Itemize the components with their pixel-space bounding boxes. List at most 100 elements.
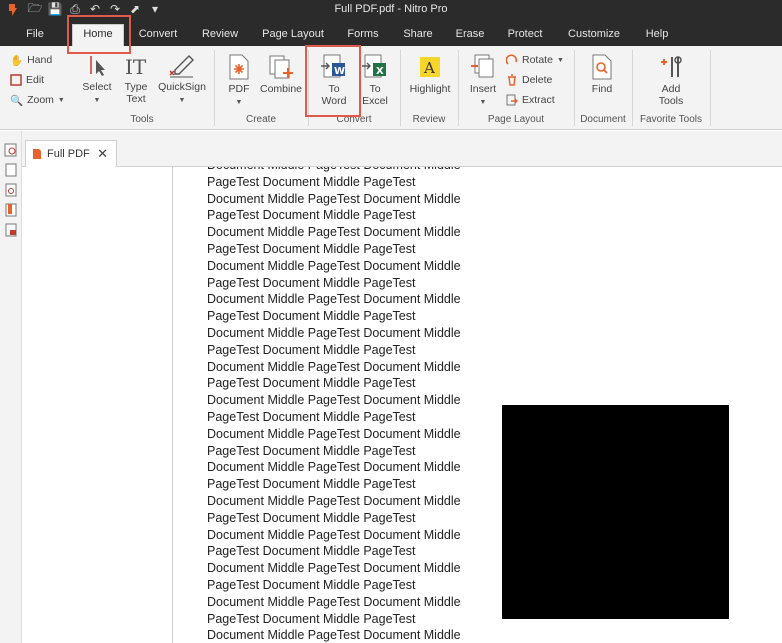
- page-text-line: Document Middle PageTest Document Middle: [207, 191, 461, 206]
- to-word-highlight: [305, 45, 361, 117]
- svg-text:A: A: [423, 59, 435, 77]
- edit-button[interactable]: Edit: [10, 72, 44, 88]
- page-text-line: PageTest Document Middle PageTest: [207, 443, 416, 458]
- tab-page-layout[interactable]: Page Layout: [258, 25, 328, 44]
- tab-erase[interactable]: Erase: [452, 25, 488, 44]
- insert-button[interactable]: Insert ▼: [464, 54, 502, 109]
- create-pdf-button[interactable]: PDF ▼: [222, 54, 256, 109]
- redaction-box: [502, 405, 729, 619]
- select-button[interactable]: Select ▼: [78, 54, 116, 107]
- combine-documents-icon: [269, 55, 293, 79]
- page-text-line: PageTest Document Middle PageTest: [207, 241, 416, 256]
- chevron-down-icon: ▼: [556, 56, 564, 64]
- document-area: Full PDF ✕ Document Middle PageTest Docu…: [0, 131, 782, 643]
- type-text-button[interactable]: IT Type Text: [118, 54, 154, 105]
- highlight-button[interactable]: A Highlight: [404, 54, 456, 95]
- svg-text:IT: IT: [125, 55, 147, 78]
- pdf-file-icon: [33, 149, 41, 159]
- page-text-line: Document Middle PageTest Document Middle: [207, 628, 461, 643]
- page-text-line: PageTest Document Middle PageTest: [207, 611, 416, 626]
- group-label-tools: Tools: [130, 114, 154, 125]
- page-text-line: Document Middle PageTest Document Middle: [207, 460, 461, 475]
- page-text-block: Document Middle PageTest Document Middle…: [207, 167, 507, 643]
- extract-icon: [506, 94, 518, 106]
- page-text-line: Document Middle PageTest Document Middle: [207, 527, 461, 542]
- combine-button[interactable]: Combine: [258, 54, 304, 95]
- tab-file[interactable]: File: [18, 25, 52, 44]
- page-text-line: Document Middle PageTest Document Middle: [207, 167, 507, 174]
- trash-icon: [508, 74, 516, 86]
- group-divider: [710, 50, 711, 126]
- extract-button[interactable]: Extract: [506, 92, 555, 108]
- hand-icon: ✋: [10, 54, 24, 67]
- tab-forms[interactable]: Forms: [343, 25, 383, 44]
- chevron-down-icon: ▼: [178, 97, 186, 104]
- find-button[interactable]: Find: [586, 54, 618, 95]
- document-tab[interactable]: Full PDF ✕: [25, 140, 117, 167]
- page-text-line: PageTest Document Middle PageTest: [207, 376, 416, 391]
- tools-icon: [661, 56, 682, 77]
- tab-convert[interactable]: Convert: [134, 25, 182, 44]
- group-label-review: Review: [412, 114, 446, 125]
- tab-share[interactable]: Share: [398, 25, 438, 44]
- chevron-down-icon: ▼: [57, 96, 65, 104]
- svg-text:X: X: [376, 66, 384, 77]
- insert-page-icon: [471, 54, 494, 78]
- quicksign-button[interactable]: QuickSign ▼: [156, 54, 208, 107]
- page-viewport[interactable]: Document Middle PageTest Document Middle…: [22, 167, 782, 643]
- left-panel-rail: [0, 131, 22, 643]
- page-text-line: Document Middle PageTest Document Middle: [207, 258, 461, 273]
- close-icon[interactable]: ✕: [97, 146, 108, 162]
- tab-help[interactable]: Help: [642, 25, 672, 44]
- window-title: Full PDF.pdf - Nitro Pro: [334, 3, 448, 15]
- select-cursor-icon: [90, 56, 105, 76]
- bookmarks-icon[interactable]: [4, 203, 18, 217]
- highlight-icon: A: [420, 57, 440, 77]
- rotate-icon: [506, 54, 518, 65]
- quicksign-pen-icon: [169, 55, 194, 78]
- tab-customize[interactable]: Customize: [562, 25, 626, 44]
- group-label-page-layout: Page Layout: [487, 114, 545, 125]
- page-text-line: Document Middle PageTest Document Middle: [207, 359, 461, 374]
- pages-icon[interactable]: [4, 163, 18, 177]
- excel-document-icon: X: [362, 54, 386, 78]
- document-tab-label: Full PDF: [47, 148, 90, 160]
- find-icon: [592, 54, 612, 80]
- delete-button[interactable]: Delete: [506, 72, 552, 88]
- page-text-line: PageTest Document Middle PageTest: [207, 477, 416, 492]
- page-text-line: PageTest Document Middle PageTest: [207, 174, 416, 189]
- group-label-create: Create: [245, 114, 276, 125]
- page-text-line: PageTest Document Middle PageTest: [207, 544, 416, 559]
- tab-review[interactable]: Review: [198, 25, 242, 44]
- home-tab-highlight: [67, 15, 131, 54]
- group-label-document: Document: [580, 114, 626, 125]
- page-thumbnails-icon[interactable]: [4, 143, 18, 157]
- chevron-down-icon: ▼: [235, 99, 243, 106]
- rotate-button[interactable]: Rotate ▼: [506, 52, 564, 68]
- page-text-line: Document Middle PageTest Document Middle: [207, 325, 461, 340]
- page-text-line: Document Middle PageTest Document Middle: [207, 594, 461, 609]
- tab-protect[interactable]: Protect: [503, 25, 547, 44]
- pdf-page: Document Middle PageTest Document Middle…: [172, 167, 772, 643]
- document-tab-strip: Full PDF ✕: [22, 131, 782, 167]
- page-text-line: Document Middle PageTest Document Middle: [207, 393, 461, 408]
- page-text-line: PageTest Document Middle PageTest: [207, 409, 416, 424]
- page-text-line: Document Middle PageTest Document Middle: [207, 426, 461, 441]
- page-text-line: PageTest Document Middle PageTest: [207, 342, 416, 357]
- zoom-button[interactable]: 🔍 Zoom ▼: [10, 92, 65, 108]
- group-label-favorite-tools: Favorite Tools: [639, 114, 703, 125]
- search-panel-icon[interactable]: [4, 183, 18, 197]
- zoom-icon: 🔍: [10, 94, 24, 107]
- page-text-line: PageTest Document Middle PageTest: [207, 275, 416, 290]
- add-tools-button[interactable]: Add Tools: [650, 54, 692, 107]
- to-excel-button[interactable]: X To Excel: [358, 54, 392, 107]
- page-text-line: PageTest Document Middle PageTest: [207, 208, 416, 223]
- type-text-icon: IT: [125, 55, 147, 78]
- chevron-down-icon: ▼: [93, 97, 101, 104]
- page-text-line: Document Middle PageTest Document Middle: [207, 493, 461, 508]
- chevron-down-icon: ▼: [479, 99, 487, 106]
- pdf-document-icon: [229, 54, 249, 80]
- hand-button[interactable]: ✋ Hand: [10, 52, 52, 68]
- page-text-line: Document Middle PageTest Document Middle: [207, 225, 461, 240]
- security-icon[interactable]: [4, 223, 18, 237]
